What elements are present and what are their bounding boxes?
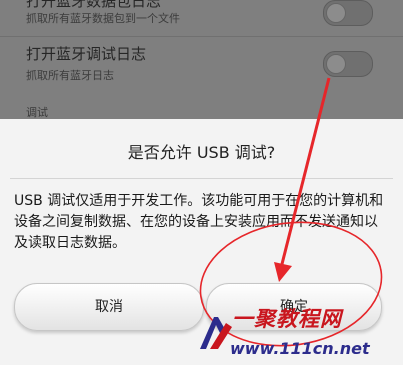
watermark-url: www.111cn.net: [230, 339, 370, 358]
setting-subtitle: 抓取所有蓝牙数据包到一个文件: [26, 12, 180, 25]
setting-bluetooth-packet-log[interactable]: 打开蓝牙数据包日志 抓取所有蓝牙数据包到一个文件: [0, 0, 403, 34]
bluetooth-debug-log-toggle[interactable]: [323, 51, 373, 77]
toggle-knob: [326, 54, 346, 74]
setting-bluetooth-debug-log[interactable]: 打开蓝牙调试日志 抓取所有蓝牙日志: [0, 36, 403, 89]
dialog-message: USB 调试仅适用于开发工作。该功能可用于在您的计算机和设备之间复制数据、在您的…: [14, 193, 384, 251]
section-label-debug: 调试: [26, 106, 48, 119]
settings-background: 打开蓝牙数据包日志 抓取所有蓝牙数据包到一个文件 打开蓝牙调试日志 抓取所有蓝牙…: [0, 0, 403, 120]
watermark-brand: 一聚教程网: [232, 307, 342, 331]
dialog-title: 是否允许 USB 调试?: [127, 143, 276, 162]
site-watermark: 一聚教程网 www.111cn.net: [196, 303, 401, 363]
setting-subtitle: 抓取所有蓝牙日志: [26, 69, 114, 82]
dialog-divider: [10, 178, 393, 179]
bluetooth-packet-log-toggle[interactable]: [323, 0, 373, 26]
toggle-knob: [326, 3, 346, 23]
cancel-button[interactable]: 取消: [14, 283, 204, 331]
setting-title: 打开蓝牙调试日志: [26, 45, 147, 63]
